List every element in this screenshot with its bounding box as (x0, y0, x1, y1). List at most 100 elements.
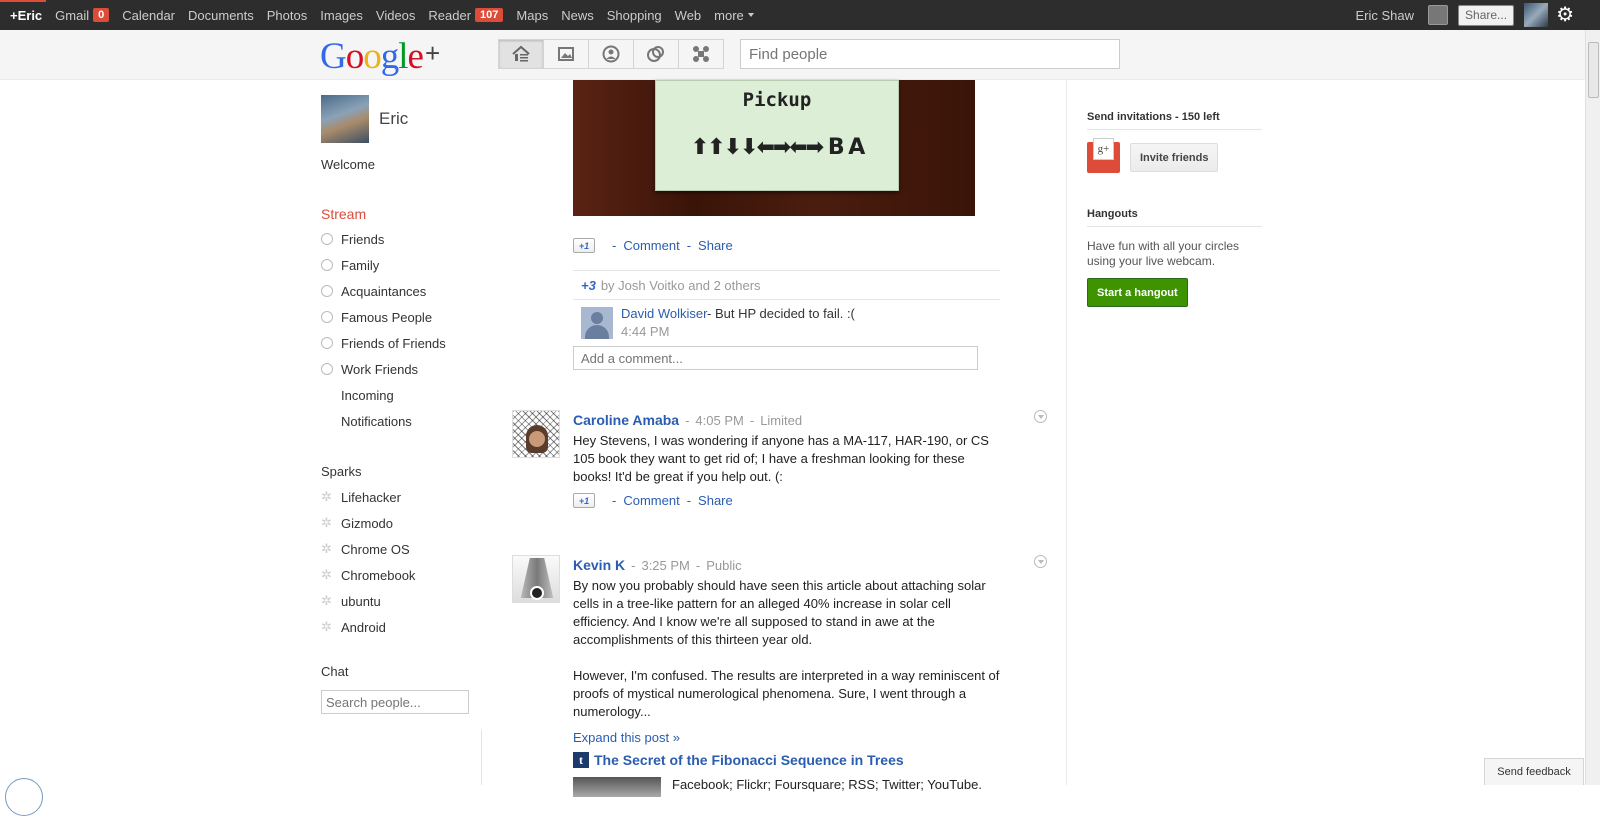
nav-home-button[interactable] (498, 39, 544, 69)
post-menu-icon[interactable] (1034, 410, 1047, 423)
nav-profile-button[interactable] (588, 39, 634, 69)
chat-search-input[interactable] (321, 690, 469, 714)
notifications-icon[interactable] (1428, 5, 1448, 25)
post-author-link[interactable]: Caroline Amaba (573, 412, 679, 428)
google-plus-logo[interactable]: Google+ (320, 35, 439, 78)
gbar-label: Videos (376, 8, 416, 23)
sidebar-item-famous-people[interactable]: Famous People (321, 304, 491, 330)
comment-link[interactable]: Comment (623, 238, 679, 253)
spark-item-chrome-os[interactable]: ✲Chrome OS (321, 536, 491, 562)
post-time-link[interactable]: 4:05 PM (695, 413, 743, 428)
sidebar-item-family[interactable]: Family (321, 252, 491, 278)
account-avatar[interactable] (1524, 3, 1548, 27)
circle-icon (321, 363, 333, 375)
sidebar-item-acquaintances[interactable]: Acquaintances (321, 278, 491, 304)
gbar-label: Maps (516, 8, 548, 23)
gbar-item-reader[interactable]: Reader 107 (428, 8, 503, 23)
gbar-item-more[interactable]: more (714, 8, 754, 23)
sidebar-item-work-friends[interactable]: Work Friends (321, 356, 491, 382)
link-thumbnail[interactable] (573, 777, 661, 797)
add-comment-input[interactable] (573, 346, 978, 370)
spark-item-ubuntu[interactable]: ✲ubuntu (321, 588, 491, 614)
gmail-count-badge: 0 (93, 8, 109, 22)
sidebar-item-friends-of-friends[interactable]: Friends of Friends (321, 330, 491, 356)
gbar-item-web[interactable]: Web (675, 8, 702, 23)
gbar-item-gmail[interactable]: Gmail 0 (55, 8, 109, 23)
stream-title-link[interactable]: Stream (321, 206, 491, 222)
find-people-input[interactable] (740, 39, 1120, 69)
spark-label: Android (341, 620, 386, 635)
comment-author-link[interactable]: David Wolkiser (621, 306, 707, 321)
gear-icon[interactable]: ⚙ (1556, 5, 1574, 25)
gbar-item-images[interactable]: Images (320, 8, 363, 23)
gbar-label: Gmail (55, 8, 89, 23)
comment-link[interactable]: Comment (623, 493, 679, 508)
page-scrollbar[interactable] (1585, 30, 1600, 785)
expand-post-link[interactable]: Expand this post » (573, 730, 680, 745)
avatar-face (529, 431, 545, 447)
gbar-item-plus-eric[interactable]: +Eric (10, 8, 42, 23)
gbar-item-maps[interactable]: Maps (516, 8, 548, 23)
post-visibility-link[interactable]: Limited (760, 413, 802, 428)
spark-item-chromebook[interactable]: ✲Chromebook (321, 562, 491, 588)
profile-summary[interactable]: Eric (321, 95, 491, 143)
spark-item-gizmodo[interactable]: ✲Gizmodo (321, 510, 491, 536)
sidebar-item-incoming[interactable]: Incoming (321, 382, 491, 408)
link-title[interactable]: The Secret of the Fibonacci Sequence in … (594, 752, 904, 768)
gbar-item-documents[interactable]: Documents (188, 8, 254, 23)
sidebar-item-label: Work Friends (341, 362, 418, 377)
sidebar-item-friends[interactable]: Friends (321, 226, 491, 252)
chevron-down-icon (748, 13, 754, 17)
share-box-button[interactable]: Share... (1458, 5, 1514, 26)
spark-label: ubuntu (341, 594, 381, 609)
avatar[interactable] (321, 95, 369, 143)
nav-circles-button[interactable] (633, 39, 679, 69)
avatar[interactable] (512, 555, 560, 603)
sparks-title[interactable]: Sparks (321, 464, 491, 484)
link-attachment[interactable]: t The Secret of the Fibonacci Sequence i… (573, 752, 904, 768)
spark-item-android[interactable]: ✲Android (321, 614, 491, 640)
post-image[interactable]: Pickup ⬆⬆⬇⬇⬅➡⬅➡ B A (573, 80, 975, 216)
sidebar-item-notifications[interactable]: Notifications (321, 408, 491, 434)
invite-friends-button[interactable]: Invite friends (1130, 143, 1218, 172)
hangouts-description: Have fun with all your circles using you… (1087, 239, 1262, 269)
invite-envelope-icon: g+ (1087, 142, 1120, 173)
spark-item-lifehacker[interactable]: ✲Lifehacker (321, 484, 491, 510)
plus-one-button[interactable]: +1 (573, 238, 595, 253)
plus-one-button[interactable]: +1 (573, 493, 595, 508)
gbar-item-shopping[interactable]: Shopping (607, 8, 662, 23)
share-link[interactable]: Share (698, 493, 733, 508)
spark-label: Chrome OS (341, 542, 410, 557)
sidebar-item-label: Friends (341, 232, 384, 247)
scrollbar-thumb[interactable] (1588, 42, 1599, 98)
post-actions: +1 - Comment - Share (573, 493, 733, 508)
gbar-label: Reader (428, 8, 471, 23)
profile-name[interactable]: Eric (379, 109, 408, 129)
gbar-item-photos[interactable]: Photos (267, 8, 307, 23)
gbar-item-news[interactable]: News (561, 8, 594, 23)
account-name-link[interactable]: Eric Shaw (1356, 8, 1415, 23)
start-hangout-button[interactable]: Start a hangout (1087, 278, 1188, 307)
post-header: Caroline Amaba-4:05 PM-Limited (573, 412, 802, 428)
divider (1066, 80, 1067, 785)
chat-status-icon[interactable] (5, 778, 43, 816)
gbar-label: Photos (267, 8, 307, 23)
send-feedback-button[interactable]: Send feedback (1484, 758, 1584, 785)
post-time-link[interactable]: 3:25 PM (641, 558, 689, 573)
reader-count-badge: 107 (475, 8, 503, 22)
logo-letter: e (408, 36, 423, 77)
post-visibility-link[interactable]: Public (706, 558, 741, 573)
nav-games-button[interactable] (678, 39, 724, 69)
welcome-link[interactable]: Welcome (321, 157, 491, 171)
post-author-link[interactable]: Kevin K (573, 557, 625, 573)
avatar[interactable] (581, 307, 613, 339)
share-link[interactable]: Share (698, 238, 733, 253)
gbar-item-videos[interactable]: Videos (376, 8, 416, 23)
avatar[interactable] (512, 410, 560, 458)
gbar-item-calendar[interactable]: Calendar (122, 8, 175, 23)
chat-title: Chat (321, 664, 491, 684)
post-menu-icon[interactable] (1034, 555, 1047, 568)
nav-photos-button[interactable] (543, 39, 589, 69)
comment: David Wolkiser - But HP decided to fail.… (573, 304, 1000, 344)
plus-one-summary[interactable]: +3 by Josh Voitko and 2 others (573, 270, 1000, 300)
